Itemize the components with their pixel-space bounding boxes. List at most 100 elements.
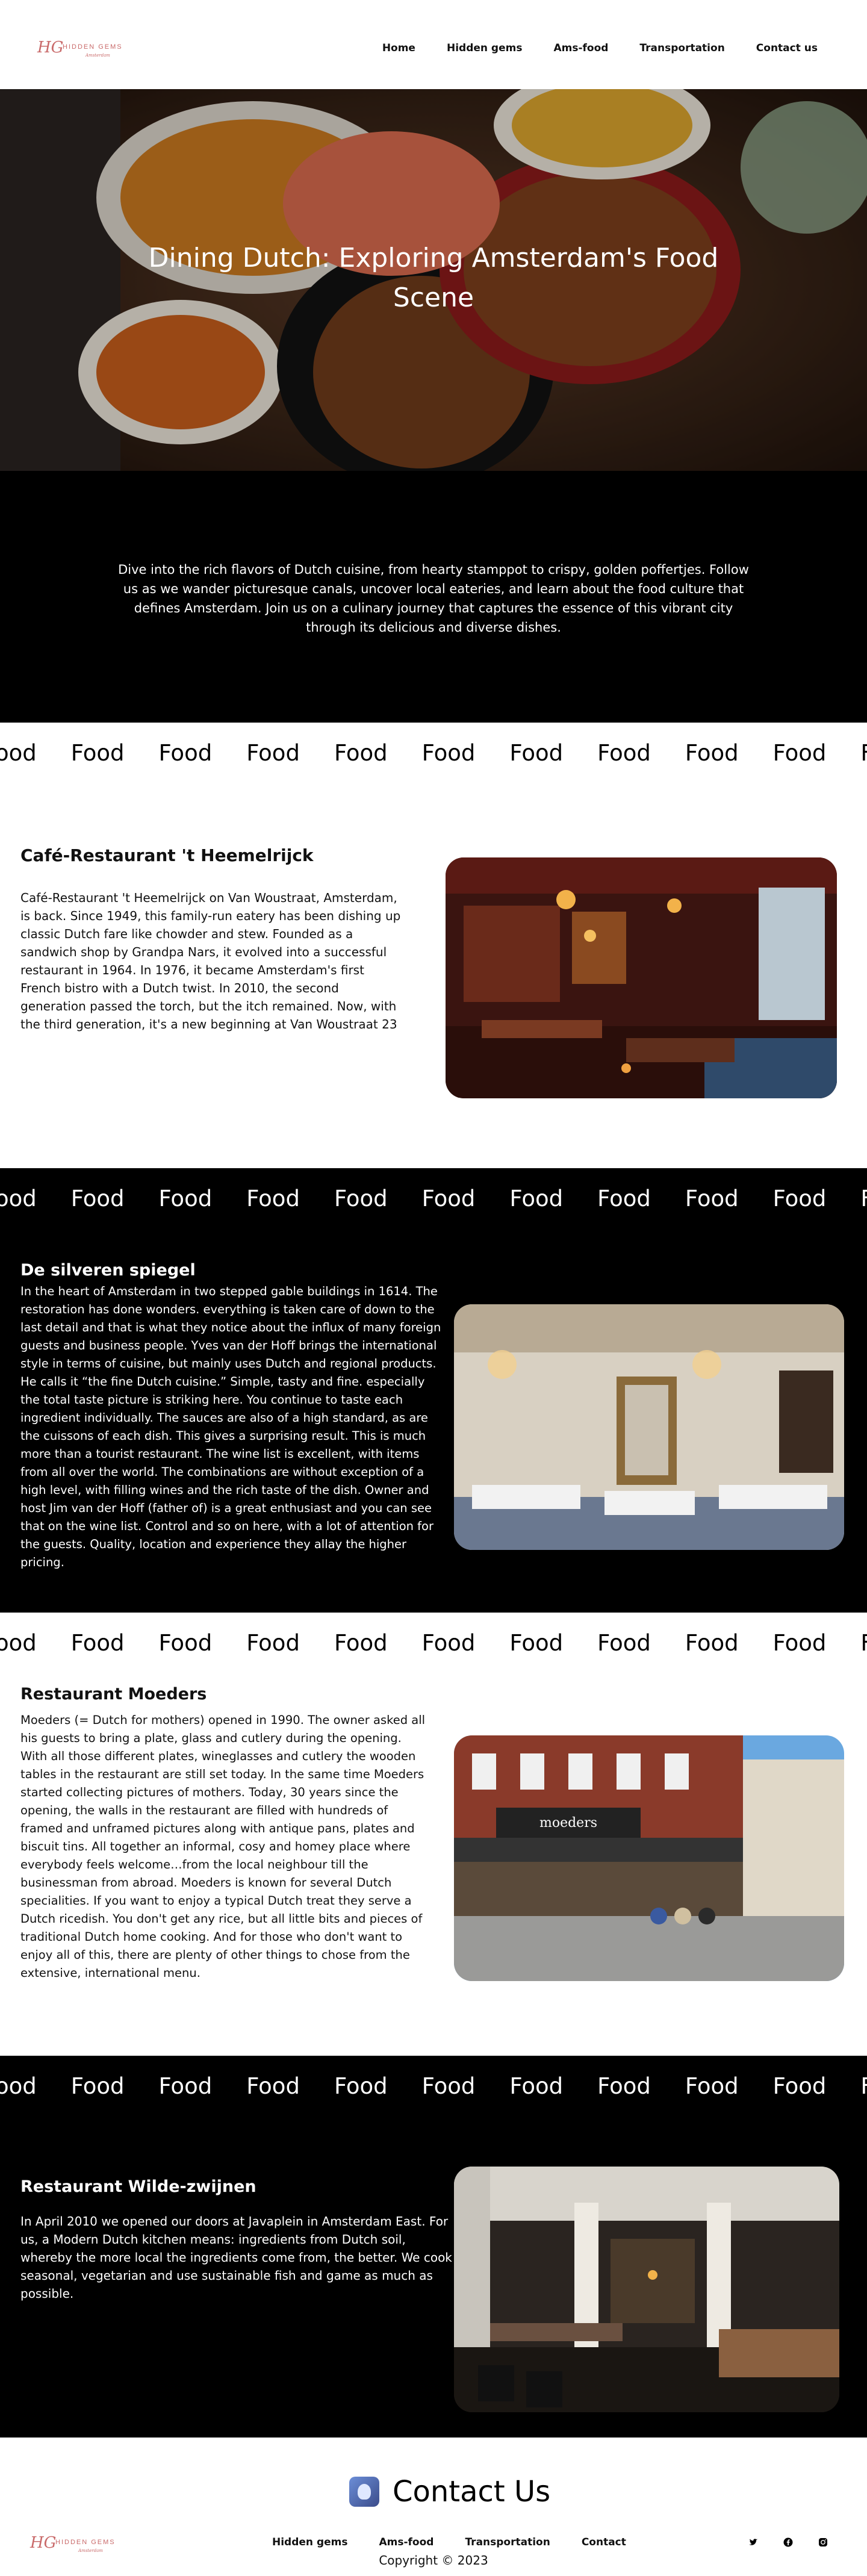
nav-home[interactable]: Home: [382, 42, 415, 54]
footer-nav-hidden-gems[interactable]: Hidden gems: [272, 2536, 347, 2548]
restaurant-moeders: Restaurant Moeders Moeders (= Dutch for …: [0, 1673, 867, 2056]
hero-banner: Dining Dutch: Exploring Amsterdam's Food…: [0, 89, 867, 471]
nav-ams-food[interactable]: Ams-food: [553, 42, 608, 54]
marquee-word: Food: [246, 2073, 300, 2099]
marquee-word: Food: [772, 2073, 827, 2099]
contact-title: Contact Us: [393, 2475, 551, 2509]
footer-nav: Hidden gems Ams-food Transportation Cont…: [272, 2536, 626, 2548]
restaurant-photo: moeders: [454, 1735, 844, 1981]
marquee-word: Food: [0, 1629, 37, 1656]
site-header: HG HIDDEN GEMS Amsterdam Home Hidden gem…: [0, 0, 867, 89]
twitter-icon[interactable]: [748, 2537, 759, 2548]
marquee-word: Food: [685, 2073, 739, 2099]
marquee-track: Food Food Food Food Food Food Food Food …: [0, 723, 867, 783]
instagram-icon[interactable]: [818, 2537, 828, 2548]
marquee-word: Food: [421, 2073, 476, 2099]
moeders-sign-text: moeders: [539, 1815, 597, 1831]
marquee-word: Food: [70, 1185, 125, 1212]
nav-transportation[interactable]: Transportation: [639, 42, 724, 54]
logo-text: HIDDEN GEMS: [55, 2539, 116, 2546]
restaurant-description: Moeders (= Dutch for mothers) opened in …: [20, 1713, 426, 1980]
marquee-word: Food: [246, 1185, 300, 1212]
contact-heading[interactable]: Contact Us: [349, 2475, 550, 2509]
restaurant-photo: [454, 2167, 839, 2412]
marquee-word: Food: [509, 2073, 564, 2099]
logo-monogram-icon: HG: [37, 39, 64, 57]
marquee-word: Food: [421, 1629, 476, 1656]
marquee-word: Food: [860, 739, 867, 766]
marquee-word: Food: [421, 1185, 476, 1212]
marquee-word: Food: [597, 1185, 651, 1212]
marquee-word: Food: [685, 1185, 739, 1212]
marquee-word: Food: [70, 2073, 125, 2099]
marquee-word: Food: [334, 1629, 388, 1656]
restaurant-title: Restaurant Moeders: [20, 1685, 207, 1703]
marquee-word: Food: [334, 2073, 388, 2099]
restaurant-silveren-spiegel: De silveren spiegel In the heart of Amst…: [0, 1228, 867, 1613]
marquee-word: Food: [246, 1629, 300, 1656]
footer-nav-ams-food[interactable]: Ams-food: [379, 2536, 434, 2548]
marquee-word: Food: [597, 739, 651, 766]
restaurant-title: De silveren spiegel: [20, 1261, 196, 1280]
marquee-word: Food: [0, 1185, 37, 1212]
marquee-word: Food: [685, 739, 739, 766]
social-links: [748, 2537, 828, 2548]
restaurant-photo: [446, 857, 837, 1098]
contact-person-icon: [349, 2477, 379, 2507]
site-footer: Contact Us HG HIDDEN GEMS Amsterdam Hidd…: [0, 2438, 867, 2576]
restaurant-heemelrijck: Café-Restaurant 't Heemelrijck Café-Rest…: [0, 783, 867, 1168]
nav-hidden-gems[interactable]: Hidden gems: [447, 42, 522, 54]
marquee-word: Food: [509, 1629, 564, 1656]
food-marquee: Food Food Food Food Food Food Food Food …: [0, 1613, 867, 1673]
restaurant-description: Café-Restaurant 't Heemelrijck on Van Wo…: [20, 891, 401, 1031]
restaurant-description: In April 2010 we opened our doors at Jav…: [20, 2214, 452, 2301]
marquee-word: Food: [421, 739, 476, 766]
facebook-icon[interactable]: [783, 2537, 794, 2548]
restaurant-photo: [454, 1304, 844, 1550]
food-marquee: Food Food Food Food Food Food Food Food …: [0, 1168, 867, 1228]
footer-nav-contact[interactable]: Contact: [582, 2536, 626, 2548]
marquee-word: Food: [246, 739, 300, 766]
marquee-word: Food: [158, 2073, 213, 2099]
marquee-word: Food: [509, 739, 564, 766]
restaurant-title: Café-Restaurant 't Heemelrijck: [20, 845, 314, 865]
marquee-word: Food: [860, 2073, 867, 2099]
marquee-word: Food: [158, 739, 213, 766]
marquee-word: Food: [334, 739, 388, 766]
logo-subtext: Amsterdam: [85, 53, 110, 58]
restaurant-title: Restaurant Wilde-zwijnen: [20, 2177, 256, 2196]
hero-title: Dining Dutch: Exploring Amsterdam's Food…: [148, 243, 719, 313]
nav-contact-us[interactable]: Contact us: [756, 42, 818, 54]
marquee-track: Food Food Food Food Food Food Food Food …: [0, 1613, 867, 1673]
restaurant-description: In the heart of Amsterdam in two stepped…: [20, 1284, 441, 1569]
marquee-word: Food: [772, 739, 827, 766]
marquee-track: Food Food Food Food Food Food Food Food …: [0, 1168, 867, 1228]
marquee-word: Food: [70, 1629, 125, 1656]
marquee-word: Food: [334, 1185, 388, 1212]
marquee-word: Food: [70, 739, 125, 766]
marquee-word: Food: [158, 1629, 213, 1656]
food-marquee: Food Food Food Food Food Food Food Food …: [0, 2056, 867, 2116]
main-nav: Home Hidden gems Ams-food Transportation…: [382, 42, 818, 54]
intro-text: Dive into the rich flavors of Dutch cuis…: [118, 562, 749, 635]
marquee-word: Food: [0, 739, 37, 766]
copyright-text: Copyright © 2023: [379, 2553, 488, 2568]
marquee-word: Food: [860, 1629, 867, 1656]
marquee-word: Food: [772, 1629, 827, 1656]
marquee-track: Food Food Food Food Food Food Food Food …: [0, 2056, 867, 2116]
restaurant-wilde-zwijnen: Restaurant Wilde-zwijnen In April 2010 w…: [0, 2116, 867, 2438]
logo-text: HIDDEN GEMS: [63, 43, 123, 51]
logo-subtext: Amsterdam: [78, 2548, 103, 2553]
marquee-word: Food: [0, 2073, 37, 2099]
marquee-word: Food: [509, 1185, 564, 1212]
intro-section: Dive into the rich flavors of Dutch cuis…: [0, 471, 867, 723]
site-logo[interactable]: HG HIDDEN GEMS Amsterdam: [37, 39, 134, 63]
footer-nav-transportation[interactable]: Transportation: [465, 2536, 550, 2548]
food-marquee: Food Food Food Food Food Food Food Food …: [0, 723, 867, 783]
marquee-word: Food: [597, 1629, 651, 1656]
marquee-word: Food: [772, 1185, 827, 1212]
marquee-word: Food: [158, 1185, 213, 1212]
marquee-word: Food: [860, 1185, 867, 1212]
marquee-word: Food: [597, 2073, 651, 2099]
marquee-word: Food: [685, 1629, 739, 1656]
